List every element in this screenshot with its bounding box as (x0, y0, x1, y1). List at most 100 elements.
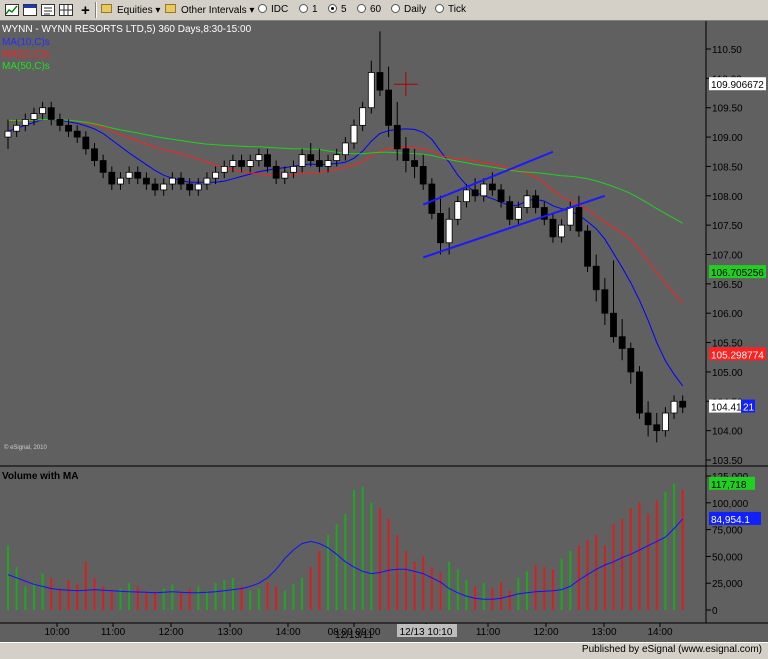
volume-bar (32, 583, 35, 610)
candle-body (4, 130, 12, 138)
interval-radio-idc[interactable] (258, 4, 267, 13)
footer: Published by eSignal (www.esignal.com) (0, 642, 768, 659)
candle-body (350, 124, 358, 144)
grid-icon[interactable] (58, 3, 74, 19)
candle-body (341, 142, 349, 156)
volume-bar (543, 567, 546, 610)
candle-body (454, 201, 462, 220)
volume-bar (612, 524, 615, 610)
candle-body (264, 154, 271, 167)
volume-bar (569, 551, 572, 610)
candle-body (160, 183, 168, 191)
price-tick-label: 107.00 (712, 251, 743, 262)
candle-body (601, 289, 609, 314)
volume-bar (673, 483, 676, 610)
volume-bar (361, 486, 364, 610)
candle-body (566, 207, 574, 226)
candle-body (315, 160, 323, 167)
volume-bar (603, 545, 606, 610)
interval-radio-daily[interactable] (391, 4, 400, 13)
watermark: © eSignal, 2010 (4, 444, 47, 451)
volume-bar (500, 582, 503, 610)
time-tick-label: 12/13 10:10 (400, 627, 453, 638)
price-tick-label: 108.50 (712, 162, 743, 173)
price-tick-label: 106.00 (712, 309, 743, 320)
price-tick-label: 110.50 (712, 45, 742, 56)
quote-icon[interactable] (40, 3, 56, 19)
volume-bar (180, 592, 182, 610)
time-tick-label: 10:00 (44, 627, 69, 638)
candle-body (272, 166, 280, 179)
interval-label-60: 60 (370, 4, 382, 15)
value-marker-label: 109.906672 (711, 80, 764, 91)
volume-bar (370, 502, 373, 610)
add-icon[interactable]: + (80, 3, 91, 19)
volume-bar (378, 508, 381, 610)
volume-bar (664, 492, 667, 610)
volume-tick-label: 75,000 (712, 526, 743, 537)
interval-radio-1[interactable] (299, 4, 308, 13)
volume-bar (197, 586, 200, 610)
volume-bar (240, 586, 243, 610)
volume-bar (171, 584, 174, 610)
candle-body (142, 177, 150, 185)
candle-body (134, 171, 142, 179)
other-intervals-folder-icon (165, 4, 176, 13)
candle-body (194, 183, 202, 191)
window-icon[interactable] (22, 3, 38, 19)
candle-body (376, 72, 384, 91)
volume-bar (551, 569, 554, 610)
volume-bar (465, 579, 468, 610)
volume-bar (24, 586, 27, 610)
volume-bar (396, 534, 399, 610)
candle-body (670, 400, 678, 414)
candle-body (91, 148, 98, 161)
volume-bar (283, 590, 286, 610)
interval-radio-tick[interactable] (435, 4, 444, 13)
candle-body (203, 177, 211, 185)
candle-body (212, 171, 220, 179)
volume-bar (655, 500, 658, 610)
volume-bar (595, 534, 598, 610)
volume-bar (84, 561, 87, 610)
volume-bar (482, 583, 485, 610)
volume-bar (7, 545, 9, 610)
volume-bar (257, 588, 260, 610)
volume-bar (309, 567, 312, 610)
time-tick-label: 11:00 (101, 627, 126, 638)
other-intervals-menu[interactable]: Other Intervals ▾ (180, 3, 255, 19)
chart-area[interactable]: 110.50110.00109.50109.00108.50108.00107.… (0, 21, 768, 643)
candle-body (65, 124, 72, 132)
time-tick-label: 14:00 (275, 627, 300, 638)
published-by: Published by eSignal (www.esignal.com) (581, 644, 762, 655)
time-tick-label: 13:00 (591, 627, 616, 638)
equities-menu[interactable]: Equities ▾ (116, 3, 161, 19)
price-tick-label: 103.50 (712, 456, 743, 467)
candle-body (532, 195, 540, 208)
interval-label-daily: Daily (404, 4, 427, 15)
volume-bar (621, 518, 624, 610)
interval-radio-5[interactable] (328, 4, 337, 13)
volume-bar (275, 586, 278, 610)
candle-body (480, 183, 488, 197)
candle-body (385, 89, 393, 126)
volume-bar (67, 579, 70, 610)
candle-body (402, 148, 410, 161)
candle-body (298, 154, 306, 167)
candle-body (575, 207, 583, 232)
volume-bar (629, 508, 632, 610)
volume-bar (231, 577, 234, 610)
price-tick-label: 105.00 (712, 368, 743, 379)
value-marker-label: 117,718 (711, 480, 747, 491)
volume-bar (76, 584, 79, 610)
interval-label-idc: IDC (271, 4, 289, 15)
chart-icon[interactable] (4, 3, 20, 19)
interval-label-1: 1 (312, 4, 318, 15)
interval-radio-60[interactable] (357, 4, 366, 13)
candle-body (47, 107, 55, 120)
volume-bar (508, 590, 511, 610)
volume-bar (110, 590, 113, 610)
interval-label-5: 5 (341, 4, 347, 15)
candle-body (419, 166, 427, 185)
volume-bar (430, 567, 433, 610)
